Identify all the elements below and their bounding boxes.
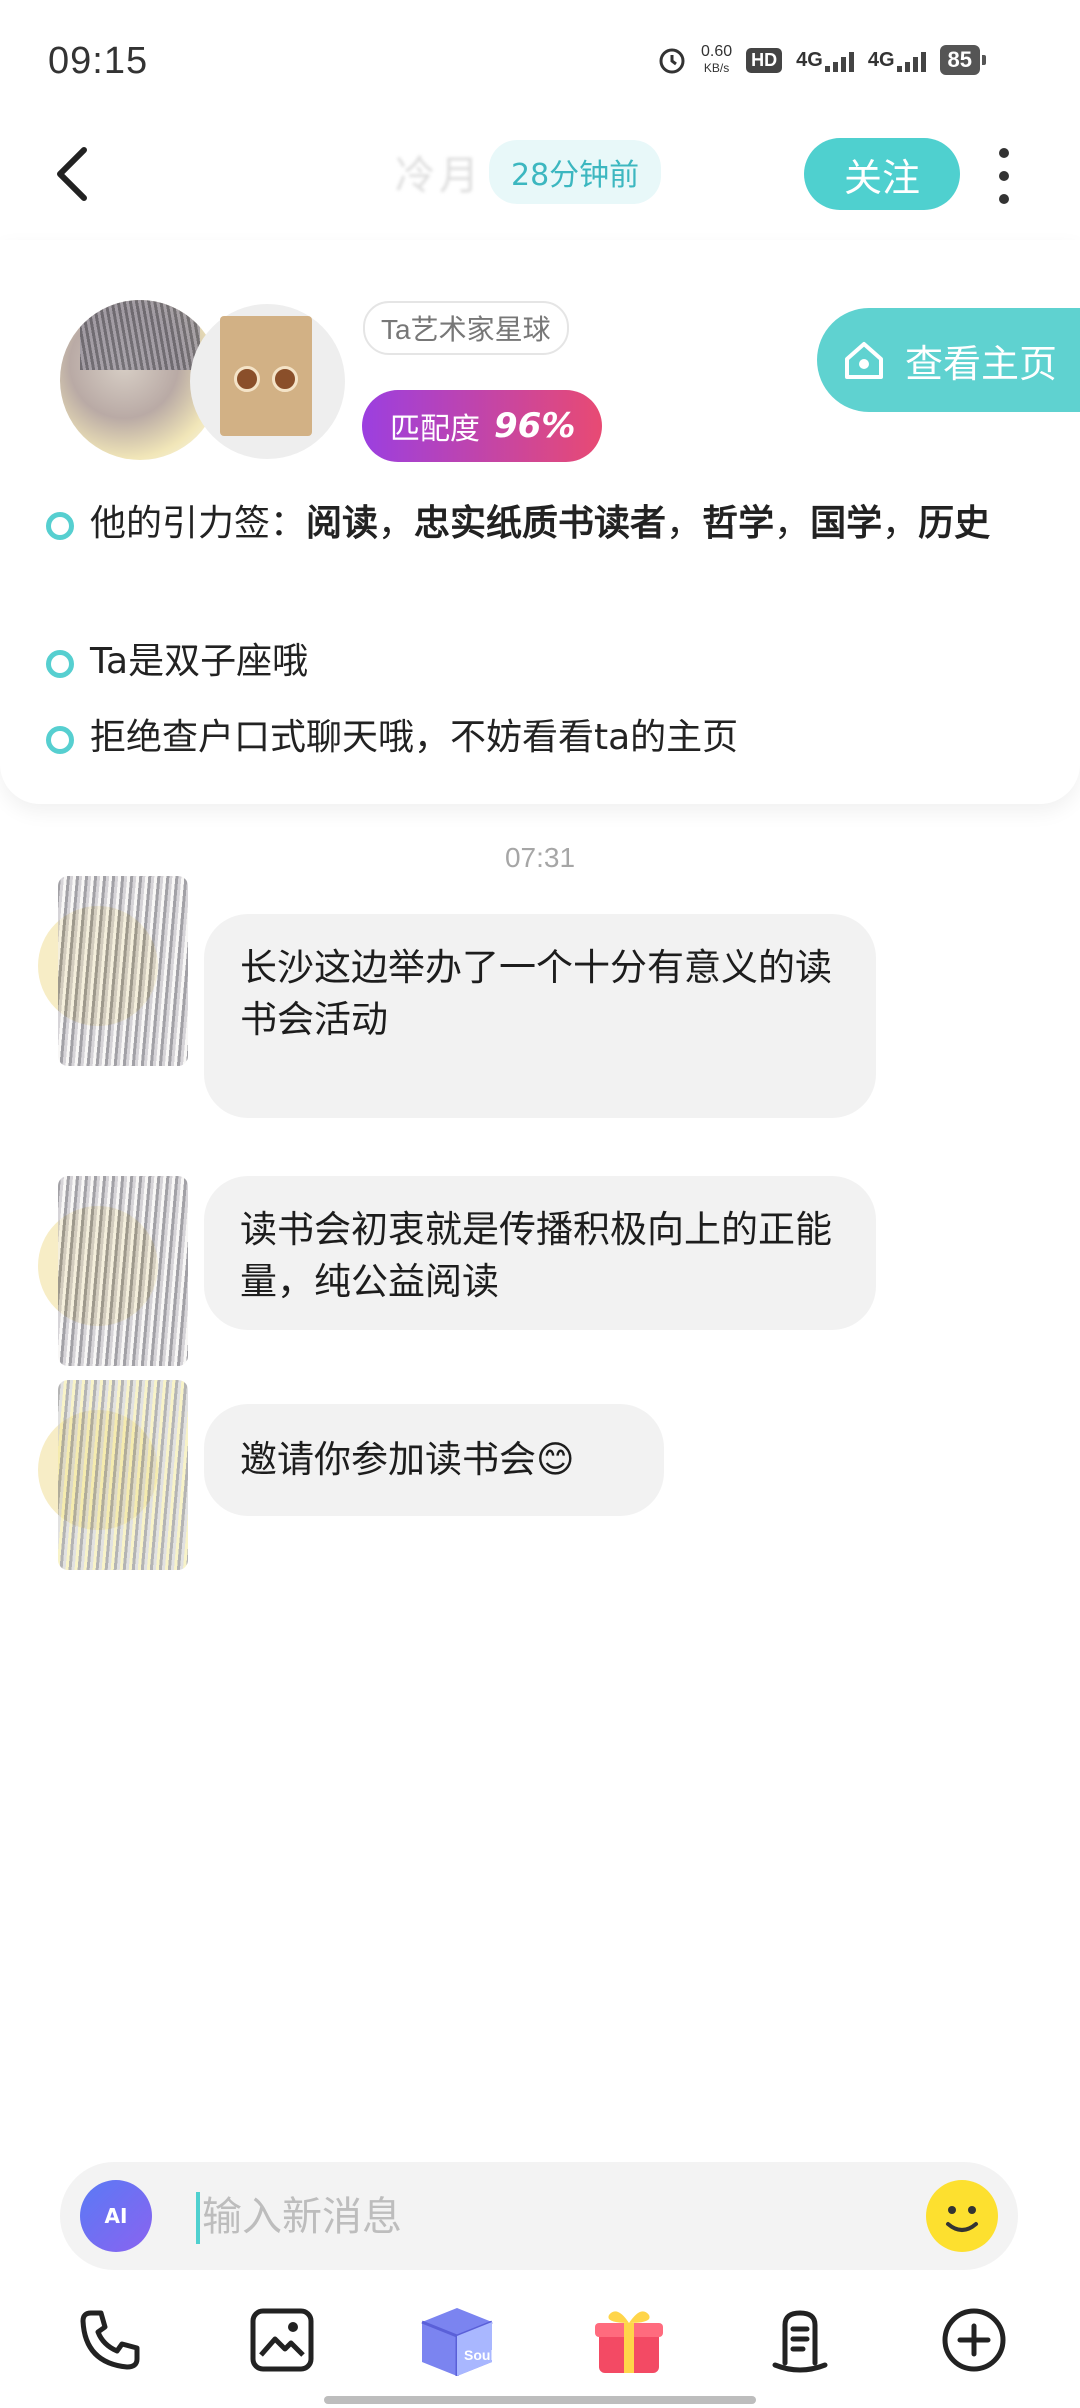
ai-label: AI xyxy=(104,2204,128,2228)
back-arrow-icon xyxy=(57,147,87,201)
message-bubble[interactable]: 读书会初衷就是传播积极向上的正能量，纯公益阅读 xyxy=(204,1176,876,1330)
status-time: 09:15 xyxy=(48,40,149,82)
phone-icon xyxy=(80,2310,140,2370)
tip-text: 拒绝查户口式聊天哦，不妨看看ta的主页 xyxy=(90,717,739,758)
soul-box-button[interactable]: Soul xyxy=(412,2296,502,2386)
ai-assistant-button[interactable]: AI xyxy=(80,2180,152,2252)
back-button[interactable] xyxy=(52,144,92,204)
tag-item: 哲学 xyxy=(702,503,775,544)
view-homepage-button[interactable]: 查看主页 xyxy=(817,308,1080,412)
more-dot xyxy=(999,171,1009,181)
smiley-icon xyxy=(946,2206,978,2232)
image-icon xyxy=(250,2308,314,2372)
emoji-button[interactable] xyxy=(926,2180,998,2252)
view-homepage-label: 查看主页 xyxy=(905,341,1058,386)
sim2-network: 4G xyxy=(867,48,895,71)
contact-name: 冷月 xyxy=(395,154,483,198)
tag-item: 历史 xyxy=(918,503,991,544)
message-timestamp: 07:31 xyxy=(504,842,576,873)
zodiac-line: Ta是双子座哦 xyxy=(46,634,308,690)
planet-tag: Ta艺术家星球 xyxy=(363,301,569,355)
paper-bag-avatar-icon xyxy=(220,316,312,436)
sender-avatar[interactable] xyxy=(38,1176,188,1376)
more-dot xyxy=(999,148,1009,158)
gift-button[interactable] xyxy=(584,2296,674,2386)
photo-button[interactable] xyxy=(242,2300,322,2380)
tags-prefix: 他的引力签： xyxy=(90,503,307,544)
sim1-network: 4G xyxy=(796,48,823,71)
match-value: 96% xyxy=(494,406,576,446)
bullet-icon xyxy=(46,726,74,754)
match-avatars[interactable] xyxy=(60,290,345,460)
gift-box-soul-icon: Soul xyxy=(421,2308,494,2376)
voice-match-button[interactable] xyxy=(760,2300,840,2380)
chat-title: 冷月 28分钟前 xyxy=(395,140,662,204)
robot-face-icon xyxy=(772,2310,828,2373)
battery-icon: 85 xyxy=(939,45,987,75)
message-bubble[interactable]: 邀请你参加读书会😊 xyxy=(204,1404,664,1516)
home-icon xyxy=(845,342,883,379)
network-speed-value: 0.60 xyxy=(701,43,733,60)
bullet-icon xyxy=(46,650,74,678)
hd-icon: HD xyxy=(746,47,783,73)
more-actions-button[interactable] xyxy=(934,2300,1014,2380)
my-avatar xyxy=(190,304,345,459)
voice-call-button[interactable] xyxy=(70,2300,150,2380)
follow-button[interactable]: 关注 xyxy=(804,138,960,210)
sender-avatar[interactable] xyxy=(38,876,188,1076)
zodiac-text: Ta是双子座哦 xyxy=(90,641,309,682)
message-bubble[interactable]: 长沙这边举办了一个十分有意义的读书会活动 xyxy=(204,914,876,1118)
message-input-bar: AI xyxy=(60,2162,1018,2270)
last-active-badge: 28分钟前 xyxy=(489,140,662,204)
message-input[interactable] xyxy=(200,2180,944,2254)
gift-icon xyxy=(595,2311,663,2373)
alarm-icon xyxy=(659,48,685,74)
plus-circle-icon xyxy=(942,2308,1006,2372)
signal-sim1-icon: 4G xyxy=(796,49,854,72)
home-indicator[interactable] xyxy=(324,2396,756,2404)
soul-box-label: Soul xyxy=(464,2347,494,2363)
sender-avatar[interactable] xyxy=(38,1380,188,1580)
status-bar: 09:15 0.60 KB/s HD 4G 4G 85 xyxy=(0,0,1080,120)
more-menu-button[interactable] xyxy=(995,148,1013,204)
match-label: 匹配度 xyxy=(390,412,480,447)
status-icons: 0.60 KB/s HD 4G 4G 85 xyxy=(657,44,987,76)
signal-sim2-icon: 4G xyxy=(868,49,926,72)
tag-item: 阅读 xyxy=(306,503,379,544)
network-speed: 0.60 KB/s xyxy=(701,44,732,76)
tag-item: 国学 xyxy=(810,503,883,544)
match-score-badge: 匹配度 96% xyxy=(362,390,602,462)
tip-line: 拒绝查户口式聊天哦，不妨看看ta的主页 xyxy=(46,710,738,766)
network-speed-unit: KB/s xyxy=(703,61,730,75)
bullet-icon xyxy=(46,512,74,540)
tag-item: 忠实纸质书读者 xyxy=(414,503,667,544)
more-dot xyxy=(999,194,1009,204)
gravity-tags-line: 他的引力签：阅读，忠实纸质书读者，哲学，国学，历史 xyxy=(46,496,1036,552)
